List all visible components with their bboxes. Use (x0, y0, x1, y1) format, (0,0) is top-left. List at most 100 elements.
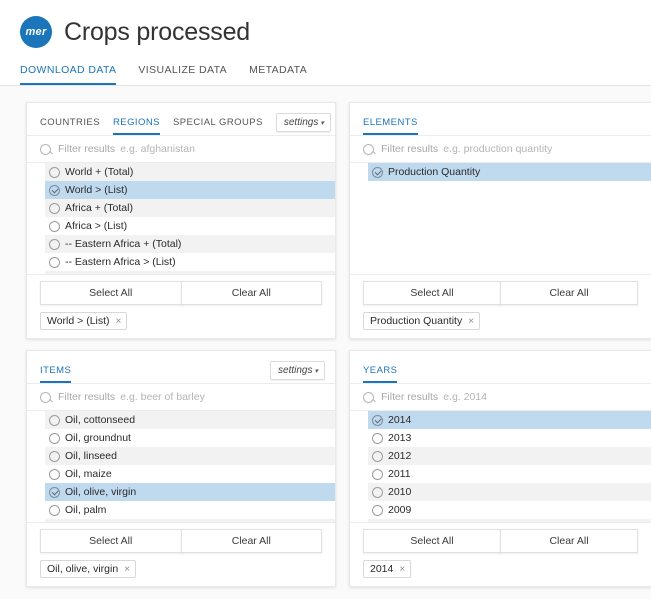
chip-label: World > (List) (47, 315, 110, 327)
list-item-label: Production Quantity (388, 166, 481, 178)
list-item[interactable]: Africa > (List) (45, 217, 335, 235)
list-item[interactable] (45, 519, 335, 522)
radio-icon (49, 468, 60, 480)
list-item[interactable]: Oil, groundnut (45, 429, 335, 447)
panel-tab-elements[interactable]: ELEMENTS (363, 117, 418, 135)
panel-items-header: ITEMS settings ▾ (27, 351, 335, 384)
panel-years-header: YEARS (350, 351, 651, 384)
panel-countries: COUNTRIES REGIONS SPECIAL GROUPS setting… (26, 102, 336, 339)
years-button-row: Select All Clear All (350, 522, 651, 553)
elements-filter-input[interactable]: Filter results e.g. production quantity (381, 143, 552, 155)
panel-tab-items[interactable]: ITEMS (40, 365, 72, 383)
years-filter-row[interactable]: Filter results e.g. 2014 (350, 384, 651, 411)
list-item[interactable]: 2014 (368, 411, 651, 429)
tab-visualize-data[interactable]: VISUALIZE DATA (138, 64, 227, 85)
panel-tab-regions[interactable]: REGIONS (113, 117, 160, 135)
search-icon (40, 391, 51, 403)
years-filter-input[interactable]: Filter results e.g. 2014 (381, 391, 487, 403)
countries-selected-chips: World > (List) × (27, 305, 335, 338)
years-selected-chips: 2014 × (350, 553, 651, 586)
radio-icon (49, 166, 60, 178)
chevron-down-icon: ▾ (314, 368, 318, 375)
close-icon[interactable]: × (124, 564, 130, 575)
years-clear-all-button[interactable]: Clear All (500, 529, 638, 553)
radio-icon (49, 256, 60, 268)
list-item[interactable]: Oil, cottonseed (45, 411, 335, 429)
list-item-label: 2011 (388, 468, 411, 480)
list-item[interactable]: World > (List) (45, 181, 335, 199)
panel-elements-tabs: ELEMENTS (363, 117, 431, 135)
list-item[interactable]: Production Quantity (368, 163, 651, 181)
years-list[interactable]: 2014 2013 2012 2011 2010 2009 (350, 411, 651, 522)
countries-button-row: Select All Clear All (27, 274, 335, 305)
list-item-label: 2012 (388, 450, 412, 462)
list-item[interactable]: Africa + (Total) (45, 199, 335, 217)
items-clear-all-button[interactable]: Clear All (180, 529, 322, 553)
filter-label: Filter results (58, 143, 116, 155)
settings-label: settings (283, 117, 319, 128)
filter-example: e.g. production quantity (443, 143, 553, 155)
list-item[interactable]: 2013 (368, 429, 651, 447)
list-item[interactable] (368, 519, 651, 522)
elements-list[interactable]: Production Quantity (350, 163, 651, 274)
close-icon[interactable]: × (116, 316, 122, 327)
list-item[interactable]: 2011 (368, 465, 651, 483)
countries-settings-button[interactable]: settings ▾ (275, 113, 331, 132)
list-item-label: Oil, palm (65, 504, 107, 516)
list-item[interactable]: 2012 (368, 447, 651, 465)
list-item[interactable]: -- Eastern Africa + (Total) (45, 235, 335, 253)
page-title: Crops processed (64, 17, 250, 46)
countries-list[interactable]: World + (Total) World > (List) Africa + … (27, 163, 335, 274)
list-item[interactable]: Oil, palm (45, 501, 335, 519)
selected-chip[interactable]: World > (List) × (40, 312, 128, 330)
tab-metadata[interactable]: METADATA (249, 64, 307, 85)
brand-logo-icon: mer (20, 16, 52, 48)
list-item[interactable]: Oil, maize (45, 465, 335, 483)
radio-icon (49, 450, 60, 462)
list-item[interactable]: 2010 (368, 483, 651, 501)
radio-icon (372, 450, 383, 462)
panel-tab-special-groups[interactable]: SPECIAL GROUPS (173, 117, 263, 135)
chevron-down-icon: ▾ (320, 120, 324, 127)
items-filter-row[interactable]: Filter results e.g. beer of barley (27, 384, 335, 411)
elements-button-row: Select All Clear All (350, 274, 651, 305)
check-circle-icon (49, 184, 60, 196)
list-item[interactable] (45, 271, 335, 274)
years-select-all-button[interactable]: Select All (363, 529, 501, 553)
countries-filter-row[interactable]: Filter results e.g. afghanistan (27, 136, 335, 163)
countries-filter-input[interactable]: Filter results e.g. afghanistan (58, 143, 195, 155)
items-settings-button[interactable]: settings ▾ (270, 361, 325, 380)
list-item[interactable]: -- Eastern Africa > (List) (45, 253, 335, 271)
items-select-all-button[interactable]: Select All (40, 529, 182, 553)
panel-tab-years[interactable]: YEARS (363, 365, 398, 383)
list-item[interactable]: 2009 (368, 501, 651, 519)
list-item[interactable]: World + (Total) (45, 163, 335, 181)
countries-select-all-button[interactable]: Select All (40, 281, 182, 305)
settings-label: settings (278, 365, 313, 376)
page-header: mer Crops processed DOWNLOAD DATA VISUAL… (0, 0, 651, 86)
radio-icon (49, 432, 60, 444)
selected-chip[interactable]: Production Quantity × (363, 312, 481, 330)
list-item-label: Oil, maize (65, 468, 112, 480)
close-icon[interactable]: × (399, 564, 405, 575)
list-item-label: -- Eastern Africa + (Total) (65, 238, 182, 250)
list-item[interactable]: Oil, linseed (45, 447, 335, 465)
items-filter-input[interactable]: Filter results e.g. beer of barley (58, 391, 205, 403)
selected-chip[interactable]: Oil, olive, virgin × (40, 560, 137, 578)
countries-clear-all-button[interactable]: Clear All (180, 281, 322, 305)
items-list[interactable]: Oil, cottonseed Oil, groundnut Oil, lins… (27, 411, 335, 522)
filter-panels-grid: COUNTRIES REGIONS SPECIAL GROUPS setting… (0, 86, 651, 587)
items-selected-chips: Oil, olive, virgin × (27, 553, 335, 586)
selected-chip[interactable]: 2014 × (363, 560, 412, 578)
panel-tab-countries[interactable]: COUNTRIES (40, 117, 100, 135)
elements-filter-row[interactable]: Filter results e.g. production quantity (350, 136, 651, 163)
tab-download-data[interactable]: DOWNLOAD DATA (20, 64, 117, 85)
elements-select-all-button[interactable]: Select All (363, 281, 501, 305)
list-item-label: 2013 (388, 432, 412, 444)
close-icon[interactable]: × (468, 316, 474, 327)
elements-clear-all-button[interactable]: Clear All (500, 281, 638, 305)
title-row: mer Crops processed (0, 10, 651, 58)
list-item-label: Oil, linseed (65, 450, 117, 462)
list-item[interactable]: Oil, olive, virgin (45, 483, 335, 501)
list-item-label: Oil, cottonseed (65, 414, 136, 426)
